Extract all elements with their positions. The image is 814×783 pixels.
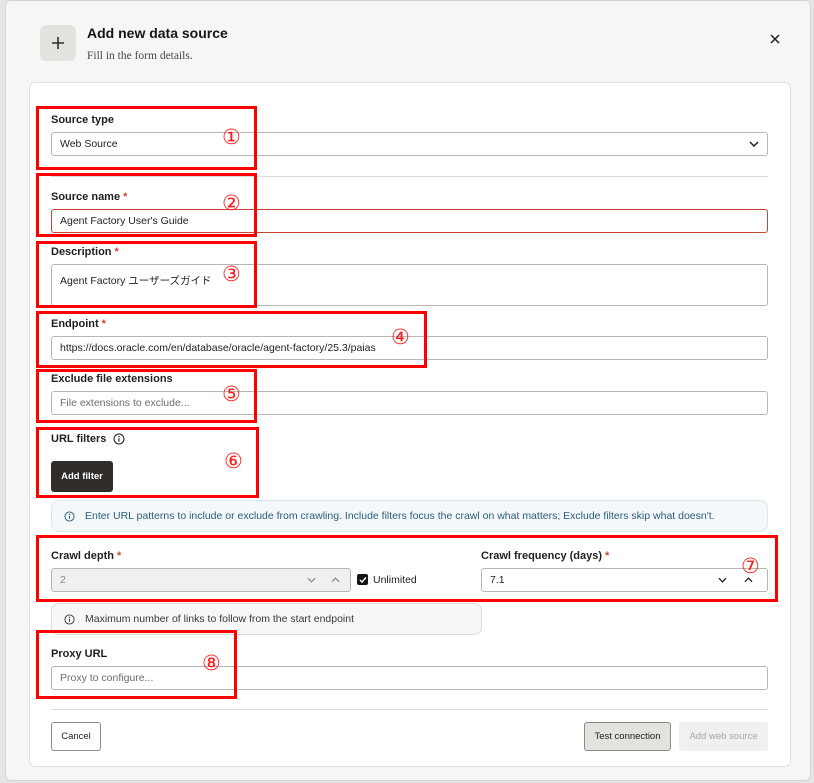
crawl-depth-input[interactable]: 2 bbox=[51, 568, 351, 592]
source-type-label: Source type bbox=[51, 114, 114, 126]
proxy-url-label: Proxy URL bbox=[51, 648, 108, 660]
decrement-icon[interactable] bbox=[307, 577, 316, 583]
proxy-url-input[interactable]: Proxy to configure... bbox=[51, 666, 768, 690]
dialog-title: Add new data source bbox=[87, 25, 228, 41]
annotation-number-5: ⑤ bbox=[222, 382, 241, 406]
checkmark-icon bbox=[359, 576, 367, 583]
annotation-number-6: ⑥ bbox=[224, 449, 243, 473]
unlimited-label: Unlimited bbox=[373, 574, 417, 586]
dialog-subtitle: Fill in the form details. bbox=[87, 50, 193, 62]
url-filters-info-banner: Enter URL patterns to include or exclude… bbox=[51, 500, 768, 532]
exclude-extensions-placeholder: File extensions to exclude... bbox=[60, 397, 190, 409]
annotation-number-4: ④ bbox=[391, 325, 410, 349]
annotation-number-1: ① bbox=[222, 125, 241, 149]
crawl-depth-info-banner: Maximum number of links to follow from t… bbox=[51, 603, 482, 635]
add-filter-button[interactable]: Add filter bbox=[51, 461, 113, 492]
description-label: Description * bbox=[51, 246, 119, 258]
info-circle-icon bbox=[64, 510, 75, 522]
annotation-number-3: ③ bbox=[222, 262, 241, 286]
test-connection-button[interactable]: Test connection bbox=[584, 722, 671, 751]
unlimited-checkbox[interactable] bbox=[357, 574, 368, 585]
endpoint-label: Endpoint * bbox=[51, 318, 106, 330]
chevron-down-icon bbox=[749, 141, 759, 147]
source-name-label: Source name * bbox=[51, 191, 128, 203]
close-icon[interactable] bbox=[766, 30, 784, 48]
url-filters-info-text: Enter URL patterns to include or exclude… bbox=[85, 510, 715, 522]
endpoint-value: https://docs.oracle.com/en/database/orac… bbox=[60, 342, 376, 354]
exclude-extensions-input[interactable]: File extensions to exclude... bbox=[51, 391, 768, 415]
divider bbox=[51, 176, 768, 177]
source-type-value: Web Source bbox=[60, 138, 118, 150]
annotation-number-2: ② bbox=[222, 191, 241, 215]
crawl-depth-value: 2 bbox=[60, 574, 66, 586]
footer-divider bbox=[51, 709, 768, 710]
crawl-depth-info-text: Maximum number of links to follow from t… bbox=[85, 613, 355, 625]
crawl-frequency-value: 7.1 bbox=[490, 574, 505, 586]
crawl-depth-label: Crawl depth * bbox=[51, 550, 122, 562]
description-textarea[interactable]: Agent Factory ユーザーズガイド bbox=[51, 264, 768, 306]
crawl-frequency-input[interactable]: 7.1 bbox=[481, 568, 768, 592]
info-circle-icon bbox=[64, 613, 75, 625]
info-icon[interactable] bbox=[113, 432, 125, 450]
source-name-input[interactable]: Agent Factory User's Guide bbox=[51, 209, 768, 233]
source-name-value: Agent Factory User's Guide bbox=[60, 215, 189, 227]
form-card bbox=[29, 82, 791, 767]
add-web-source-button[interactable]: Add web source bbox=[679, 722, 768, 751]
exclude-extensions-label: Exclude file extensions bbox=[51, 373, 173, 385]
decrement-icon[interactable] bbox=[718, 577, 727, 583]
annotation-number-7: ⑦ bbox=[741, 554, 760, 578]
cancel-button[interactable]: Cancel bbox=[51, 722, 101, 751]
annotation-number-8: ⑧ bbox=[202, 651, 221, 675]
description-value: Agent Factory ユーザーズガイド bbox=[60, 275, 212, 287]
plus-icon bbox=[40, 25, 76, 61]
increment-icon[interactable] bbox=[331, 577, 340, 583]
source-type-select[interactable]: Web Source bbox=[51, 132, 768, 156]
proxy-url-placeholder: Proxy to configure... bbox=[60, 672, 154, 684]
url-filters-label: URL filters bbox=[51, 433, 107, 445]
crawl-frequency-label: Crawl frequency (days) * bbox=[481, 550, 610, 562]
